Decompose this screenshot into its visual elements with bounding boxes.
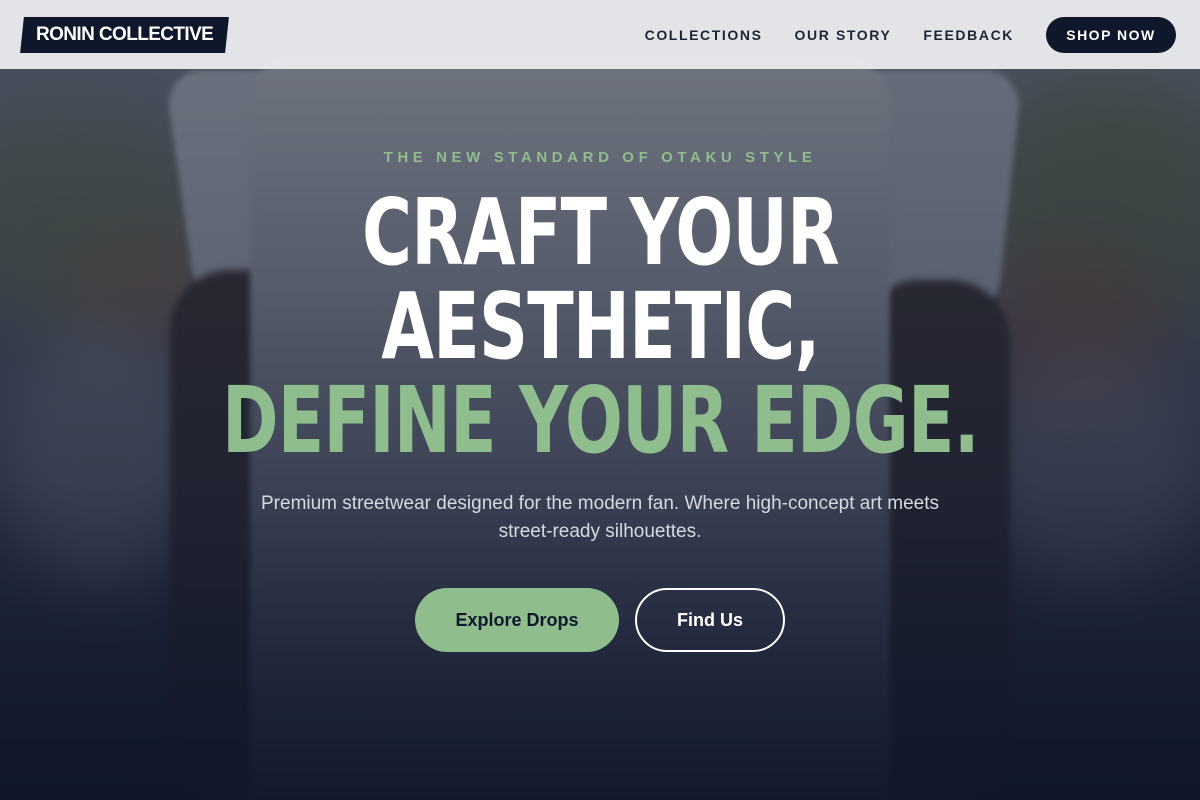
hero-headline-line-2: AESTHETIC, — [380, 273, 820, 380]
nav-link-our-story[interactable]: OUR STORY — [795, 27, 892, 43]
hero-headline-line-1: CRAFT YOUR — [361, 179, 840, 286]
site-header: RONIN COLLECTIVE COLLECTIONS OUR STORY F… — [0, 0, 1200, 69]
find-us-button[interactable]: Find Us — [635, 588, 785, 652]
hero-subtitle: Premium streetwear designed for the mode… — [261, 493, 939, 542]
main-nav: COLLECTIONS OUR STORY FEEDBACK SHOP NOW — [645, 16, 1176, 53]
nav-link-collections[interactable]: COLLECTIONS — [645, 27, 763, 43]
hero-cta-group: Explore Drops Find Us — [415, 588, 785, 652]
brand-logo[interactable]: RONIN COLLECTIVE — [20, 16, 230, 53]
hero-eyebrow: THE NEW STANDARD OF OTAKU STYLE — [383, 149, 817, 166]
landing-page: RONIN COLLECTIVE COLLECTIONS OUR STORY F… — [0, 0, 1200, 800]
brand-logo-text: RONIN COLLECTIVE — [36, 23, 214, 45]
hero-section: THE NEW STANDARD OF OTAKU STYLE CRAFT YO… — [0, 69, 1200, 800]
nav-link-feedback[interactable]: FEEDBACK — [923, 27, 1014, 43]
explore-drops-button[interactable]: Explore Drops — [415, 588, 619, 652]
hero-headline: CRAFT YOUR AESTHETIC, DEFINE YOUR EDGE. — [221, 179, 980, 474]
hero-headline-line-3: DEFINE YOUR EDGE. — [221, 367, 980, 474]
shop-now-button[interactable]: SHOP NOW — [1046, 16, 1176, 53]
